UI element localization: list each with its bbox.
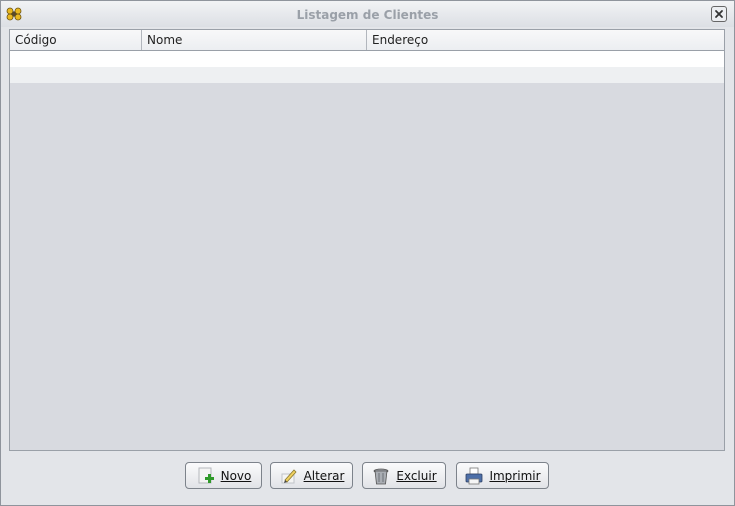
imprimir-button[interactable]: Imprimir [456, 462, 549, 489]
clients-table[interactable]: Código Nome Endereço [9, 29, 725, 451]
column-header-nome[interactable]: Nome [142, 30, 367, 50]
excluir-button[interactable]: Excluir [362, 462, 446, 489]
add-document-icon [198, 467, 214, 483]
alterar-label: Alterar [303, 468, 345, 483]
trash-can-icon [373, 468, 389, 484]
close-button[interactable] [711, 6, 727, 22]
table-header: Código Nome Endereço [10, 30, 724, 51]
column-header-codigo[interactable]: Código [10, 30, 142, 50]
alterar-button[interactable]: Alterar [270, 462, 353, 489]
novo-label: Novo [220, 468, 252, 483]
title-bar[interactable]: Listagem de Clientes [1, 1, 734, 27]
button-bar: Novo Alterar Excluir Imprimir [1, 461, 734, 491]
imprimir-label: Imprimir [489, 468, 541, 483]
clients-list-window: Listagem de Clientes Código Nome Endereç… [0, 0, 735, 506]
table-row[interactable] [10, 51, 724, 67]
printer-icon [466, 467, 483, 484]
window-title: Listagem de Clientes [296, 8, 439, 22]
column-header-endereco[interactable]: Endereço [367, 30, 724, 50]
novo-button[interactable]: Novo [185, 462, 262, 489]
close-icon [715, 10, 723, 18]
edit-pencil-icon [281, 468, 297, 483]
table-row[interactable] [10, 67, 724, 83]
excluir-label: Excluir [396, 468, 437, 483]
